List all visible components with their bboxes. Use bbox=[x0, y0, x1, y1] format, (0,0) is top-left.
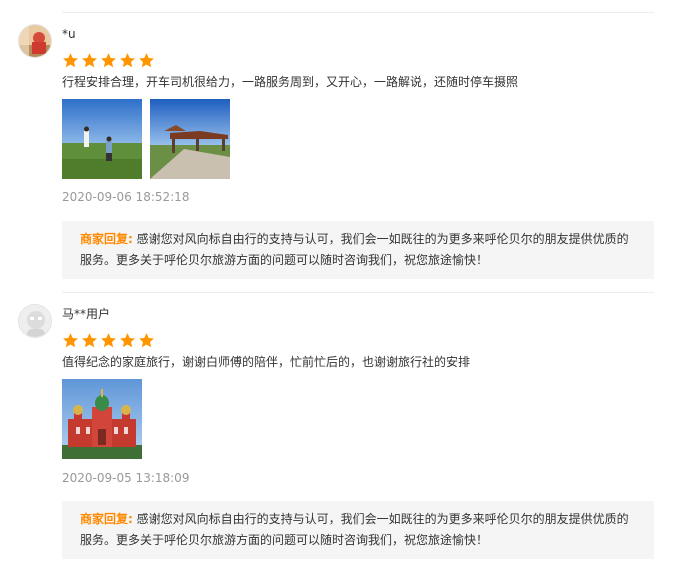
merchant-reply: 商家回复: 感谢您对风向标自由行的支持与认可，我们会一如既往的为更多来呼伦贝尔的… bbox=[62, 221, 654, 279]
merchant-reply-label: 商家回复: bbox=[80, 232, 133, 246]
review-photo[interactable] bbox=[62, 99, 142, 179]
review-photos bbox=[62, 379, 142, 459]
review-photo[interactable] bbox=[150, 99, 230, 179]
review-item: *u 行程安排合理，开车司机很给力，一路服务周到，又开心，一路解说，还随时停车摄… bbox=[0, 12, 674, 282]
review-date: 2020-09-05 13:18:09 bbox=[62, 471, 190, 485]
username: *u bbox=[62, 27, 76, 41]
star-icon bbox=[101, 53, 116, 68]
review-photos bbox=[62, 99, 230, 179]
avatar[interactable] bbox=[18, 304, 52, 338]
star-icon bbox=[120, 333, 135, 348]
star-icon bbox=[120, 53, 135, 68]
avatar[interactable] bbox=[18, 24, 52, 58]
review-text: 行程安排合理，开车司机很给力，一路服务周到，又开心，一路解说，还随时停车摄照 bbox=[62, 75, 519, 89]
star-icon bbox=[82, 333, 97, 348]
review-text: 值得纪念的家庭旅行，谢谢白师傅的陪伴，忙前忙后的，也谢谢旅行社的安排 bbox=[62, 355, 471, 369]
username: 马**用户 bbox=[62, 307, 111, 321]
rating-stars bbox=[62, 332, 155, 350]
star-icon bbox=[63, 53, 78, 68]
star-icon bbox=[139, 53, 154, 68]
review-date: 2020-09-06 18:52:18 bbox=[62, 190, 190, 204]
star-icon bbox=[82, 53, 97, 68]
merchant-reply-label: 商家回复: bbox=[80, 512, 133, 526]
merchant-reply-text: 感谢您对风向标自由行的支持与认可，我们会一如既往的为更多来呼伦贝尔的朋友提供优质… bbox=[80, 232, 629, 267]
merchant-reply: 商家回复: 感谢您对风向标自由行的支持与认可，我们会一如既往的为更多来呼伦贝尔的… bbox=[62, 501, 654, 559]
review-photo[interactable] bbox=[62, 379, 142, 459]
star-icon bbox=[101, 333, 116, 348]
review-item: 马**用户 值得纪念的家庭旅行，谢谢白师傅的陪伴，忙前忙后的，也谢谢旅行社的安排 bbox=[0, 292, 674, 567]
merchant-reply-text: 感谢您对风向标自由行的支持与认可，我们会一如既往的为更多来呼伦贝尔的朋友提供优质… bbox=[80, 512, 629, 547]
star-icon bbox=[63, 333, 78, 348]
star-icon bbox=[139, 333, 154, 348]
rating-stars bbox=[62, 52, 155, 70]
